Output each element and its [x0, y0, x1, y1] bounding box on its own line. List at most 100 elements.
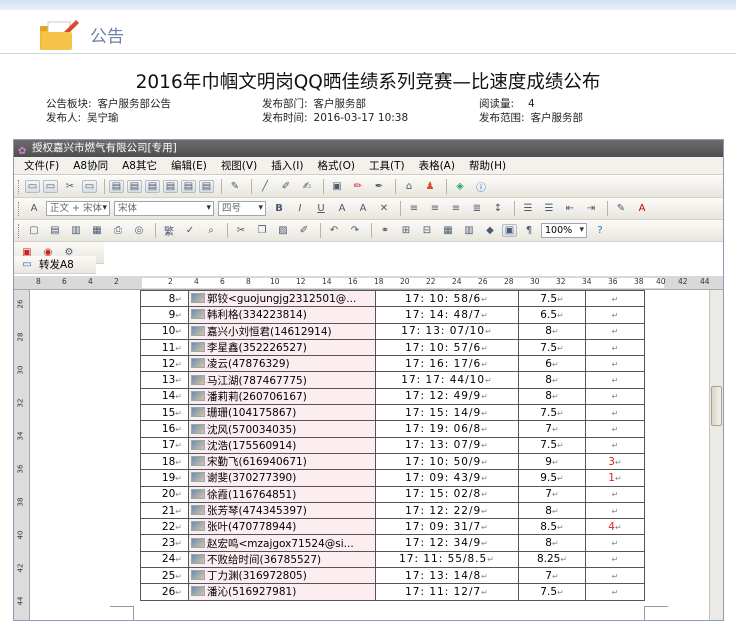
- line-icon[interactable]: ╱: [256, 179, 274, 195]
- doc-icon-5[interactable]: ▤: [181, 180, 196, 193]
- help-icon[interactable]: ?: [591, 223, 609, 239]
- print-icon[interactable]: ⎙: [109, 223, 127, 239]
- toolbar-forward: ▭ 转发A8: [14, 256, 96, 274]
- columns-icon[interactable]: ▥: [460, 223, 478, 239]
- menu-view[interactable]: 视图(V): [221, 158, 257, 173]
- doc-icon-3[interactable]: ▤: [145, 180, 160, 193]
- format-painter-icon[interactable]: ✐: [295, 223, 313, 239]
- preview-icon[interactable]: ◎: [130, 223, 148, 239]
- font-color-button[interactable]: A: [333, 201, 351, 217]
- info-icon[interactable]: ⓘ: [472, 179, 490, 195]
- align-right-icon[interactable]: ≡: [447, 201, 465, 217]
- font-select[interactable]: 宋体: [114, 201, 214, 216]
- drawing-icon[interactable]: ◆: [481, 223, 499, 239]
- char-shading-button[interactable]: A: [354, 201, 372, 217]
- menu-edit[interactable]: 编辑(E): [171, 158, 207, 173]
- cell-number: 18↵: [140, 452, 189, 471]
- menu-file[interactable]: 文件(F): [24, 158, 59, 173]
- doc-map-icon[interactable]: ▣: [502, 224, 517, 237]
- new-icon[interactable]: ▢: [25, 223, 43, 239]
- copy-icon[interactable]: ▭: [82, 180, 97, 193]
- marker-icon[interactable]: ✒: [370, 179, 388, 195]
- cell-time: 17: 10: 57/6↵: [375, 338, 519, 357]
- avatar-icon: [191, 342, 205, 353]
- cut-icon-2[interactable]: ✂: [232, 223, 250, 239]
- scroll-thumb[interactable]: [711, 386, 722, 426]
- menu-help[interactable]: 帮助(H): [469, 158, 506, 173]
- zoom-select[interactable]: 100%: [541, 223, 587, 238]
- forward-a8-button[interactable]: 转发A8: [39, 257, 74, 272]
- hyperlink-icon[interactable]: ⚭: [376, 223, 394, 239]
- table-row: 8↵ 郭铰<guojungjg2312501@... 17: 10: 58/6↵ 7.…: [140, 289, 645, 308]
- show-hide-icon[interactable]: ¶: [520, 223, 538, 239]
- cell-score: 7.5↵: [518, 436, 586, 454]
- outdent-icon[interactable]: ⇤: [561, 201, 579, 217]
- highlight-icon[interactable]: ✍: [298, 179, 316, 195]
- copy-icon-2[interactable]: ❐: [253, 223, 271, 239]
- align-center-icon[interactable]: ≡: [426, 201, 444, 217]
- doc-icon-1[interactable]: ▤: [109, 180, 124, 193]
- open-icon[interactable]: ▤: [46, 223, 64, 239]
- a8-reply-icon[interactable]: ▭: [43, 180, 58, 193]
- bullets-icon[interactable]: ☰: [540, 201, 558, 217]
- doc-icon-2[interactable]: ▤: [127, 180, 142, 193]
- paste-icon[interactable]: ▨: [274, 223, 292, 239]
- menu-tools[interactable]: 工具(T): [369, 158, 405, 173]
- align-left-icon[interactable]: ≡: [405, 201, 423, 217]
- navigate-icon[interactable]: ◈: [451, 179, 469, 195]
- stamp-icon[interactable]: ⌂: [400, 179, 418, 195]
- table-row: 24↵ 不败给时间(36785527) 17: 11: 55/8.5↵ 8.25↵ ↵: [140, 550, 645, 569]
- permission-icon[interactable]: ▦: [88, 223, 106, 239]
- cell-number: 20↵: [140, 485, 189, 503]
- spell-icon[interactable]: ✓: [181, 223, 199, 239]
- menu-a8-other[interactable]: A8其它: [122, 158, 157, 173]
- cell-time: 17: 11: 55/8.5↵: [375, 550, 519, 569]
- bold-button[interactable]: B: [270, 201, 288, 217]
- edit-icon[interactable]: ✎: [226, 179, 244, 195]
- cut-icon[interactable]: ✂: [61, 179, 79, 195]
- save-icon[interactable]: ▥: [67, 223, 85, 239]
- indent-icon[interactable]: ⇥: [582, 201, 600, 217]
- vertical-scrollbar[interactable]: [709, 290, 723, 620]
- char-scale-icon[interactable]: ✕: [375, 201, 393, 217]
- cell-number: 8↵: [140, 289, 189, 308]
- seal-icon[interactable]: ♟: [421, 179, 439, 195]
- insert-excel-icon[interactable]: ▦: [439, 223, 457, 239]
- numbering-icon[interactable]: ☰: [519, 201, 537, 217]
- cell-number: 23↵: [140, 534, 189, 552]
- doc-icon-6[interactable]: ▤: [199, 180, 214, 193]
- cell-time: 17: 09: 43/9↵: [375, 469, 519, 487]
- trad-simp-icon[interactable]: 繁: [160, 223, 178, 239]
- cell-rank: ↵: [585, 534, 645, 552]
- menu-table[interactable]: 表格(A): [419, 158, 455, 173]
- highlight-color-icon[interactable]: ✎: [612, 201, 630, 217]
- cell-number: 16↵: [140, 420, 189, 438]
- redo-icon[interactable]: ↷: [346, 223, 364, 239]
- a8-send-icon[interactable]: ▭: [25, 180, 40, 193]
- eraser-icon[interactable]: ✐: [277, 179, 295, 195]
- cell-time: 17: 12: 34/9↵: [375, 534, 519, 552]
- menu-a8-collab[interactable]: A8协同: [73, 158, 108, 173]
- cell-rank: ↵: [585, 567, 645, 585]
- font-size-select[interactable]: 四号: [218, 201, 266, 216]
- menu-format[interactable]: 格式(O): [318, 158, 355, 173]
- research-icon[interactable]: ⌕: [202, 223, 220, 239]
- table-row: 21↵ 张芳琴(474345397) 17: 12: 22/9↵ 8↵ ↵: [140, 501, 645, 520]
- justify-icon[interactable]: ≣: [468, 201, 486, 217]
- avatar-icon: [191, 456, 205, 467]
- pen-icon[interactable]: ✏: [349, 179, 367, 195]
- doc-icon-4[interactable]: ▤: [163, 180, 178, 193]
- text-color-icon[interactable]: A: [633, 201, 651, 217]
- line-spacing-icon[interactable]: ↕: [489, 201, 507, 217]
- cell-name: 谢斐(370277390): [188, 469, 376, 487]
- undo-icon[interactable]: ↶: [325, 223, 343, 239]
- underline-button[interactable]: U: [312, 201, 330, 217]
- tables-borders-icon[interactable]: ⊞: [397, 223, 415, 239]
- cell-name: 沈风(570034035): [188, 420, 376, 438]
- doc-edit-icon[interactable]: ▣: [328, 179, 346, 195]
- style-select[interactable]: 正文 + 宋体: [46, 201, 110, 216]
- style-icon[interactable]: A: [25, 201, 43, 217]
- italic-button[interactable]: I: [291, 201, 309, 217]
- menu-insert[interactable]: 插入(I): [271, 158, 303, 173]
- insert-table-icon[interactable]: ⊟: [418, 223, 436, 239]
